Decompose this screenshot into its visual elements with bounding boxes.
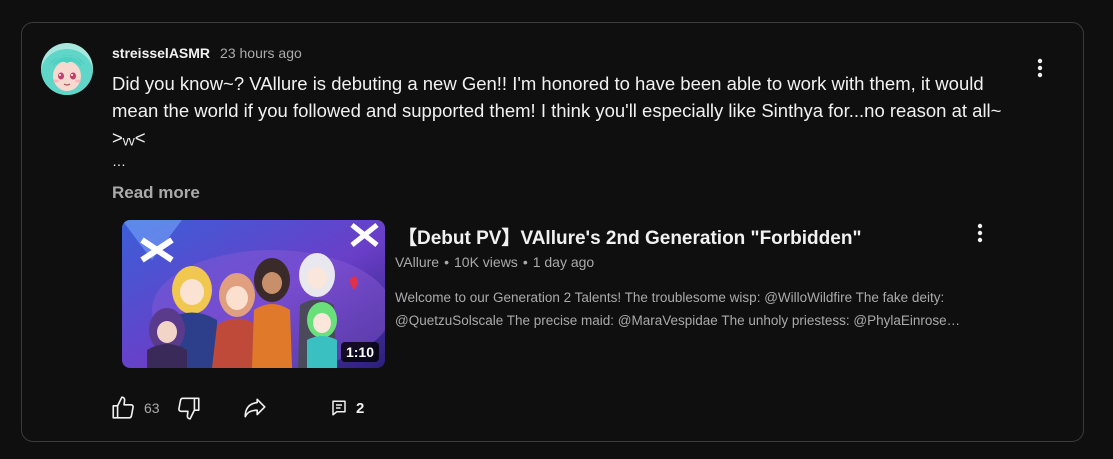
share-button[interactable] — [242, 395, 268, 421]
thumbs-down-icon — [178, 397, 200, 420]
video-duration-badge: 1:10 — [340, 342, 379, 362]
read-more-button[interactable]: Read more — [112, 183, 200, 203]
avatar-image — [41, 43, 93, 95]
comment-header: streisselASMR 23 hours ago — [112, 45, 302, 61]
meta-separator: • — [522, 254, 528, 270]
comment-menu-button[interactable] — [1028, 56, 1052, 80]
video-metadata: VAllure • 10K views • 1 day ago — [395, 254, 594, 270]
video-description-line: Welcome to our Generation 2 Talents! The… — [395, 290, 945, 305]
comment-text: Did you know~? VAllure is debuting a new… — [112, 73, 1002, 148]
video-thumbnail[interactable]: 1:10 — [122, 220, 385, 368]
meta-separator: • — [444, 254, 449, 270]
replies-button[interactable]: 2 — [330, 395, 364, 421]
more-vert-icon — [977, 223, 983, 243]
avatar[interactable] — [41, 43, 93, 95]
like-button[interactable]: 63 — [110, 395, 160, 421]
more-vert-icon — [1037, 58, 1043, 78]
comment-icon — [332, 400, 346, 416]
video-description-line: @QuetzuSolscale The precise maid: @MaraV… — [395, 313, 961, 328]
comment-card: streisselASMR 23 hours ago Did you know~… — [21, 22, 1084, 442]
like-count: 63 — [144, 400, 160, 416]
author-name[interactable]: streisselASMR — [112, 45, 210, 61]
video-description: Welcome to our Generation 2 Talents! The… — [395, 286, 1011, 332]
video-title[interactable]: 【Debut PV】VAllure's 2nd Generation "Forb… — [398, 223, 861, 250]
video-views: 10K views — [454, 254, 518, 270]
video-menu-button[interactable] — [968, 221, 992, 245]
comment-timestamp[interactable]: 23 hours ago — [220, 45, 302, 61]
comment-truncation-ellipsis: … — [112, 153, 126, 169]
video-channel-name[interactable]: VAllure — [395, 254, 439, 270]
thumbs-up-icon — [112, 396, 134, 419]
share-icon — [244, 398, 266, 418]
video-age: 1 day ago — [532, 254, 595, 270]
dislike-button[interactable] — [176, 395, 202, 421]
reply-count: 2 — [356, 399, 365, 417]
